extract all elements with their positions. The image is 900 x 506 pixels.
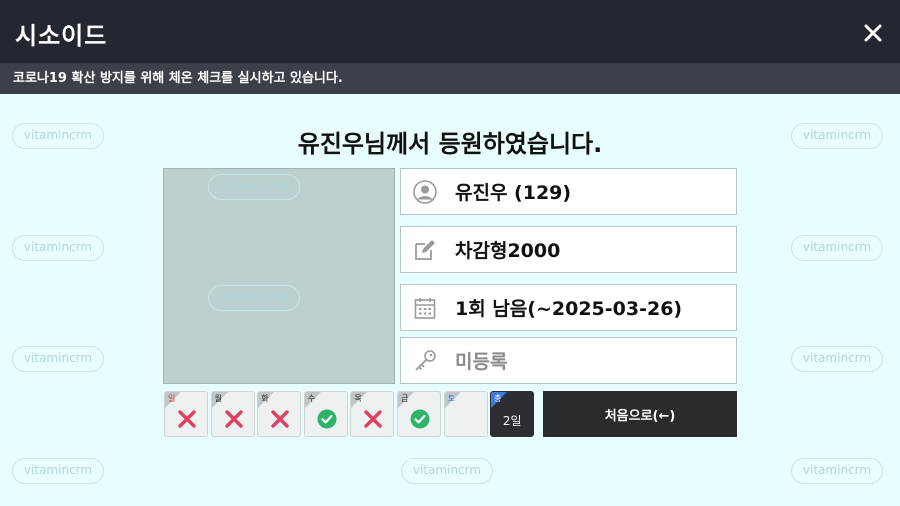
remaining-count: 1회 남음(~2025-03-26)	[455, 298, 683, 320]
key-icon	[412, 348, 438, 374]
page-title: 유진우님께서 등원하였습니다.	[297, 130, 603, 158]
user-icon	[412, 179, 438, 205]
attendance-day: 화	[257, 391, 302, 437]
watermark: vitamincrm	[12, 346, 104, 372]
absent-x-icon	[177, 409, 197, 429]
day-label: 화	[261, 394, 269, 403]
day-label: 목	[354, 394, 362, 403]
watermark: vitamincrm	[791, 235, 883, 261]
key-row: 미등록	[400, 337, 737, 384]
watermark: vitamincrm	[208, 285, 300, 311]
watermark: vitamincrm	[791, 458, 883, 484]
membership-type: 차감형2000	[455, 240, 561, 262]
absent-x-icon	[270, 409, 290, 429]
absent-x-icon	[363, 409, 383, 429]
watermark: vitamincrm	[791, 346, 883, 372]
attendance-day: 월	[210, 391, 255, 437]
day-label: 월	[214, 394, 222, 403]
member-name: 유진우 (129)	[455, 182, 572, 204]
attendance-day: 금	[396, 391, 441, 437]
watermark: vitamincrm	[208, 174, 300, 200]
watermark: vitamincrm	[12, 458, 104, 484]
absent-x-icon	[224, 409, 244, 429]
notice-bar: 코로나19 확산 방지를 위해 체온 체크를 실시하고 있습니다.	[0, 63, 900, 94]
watermark: vitamincrm	[401, 458, 493, 484]
membership-row: 차감형2000	[400, 226, 737, 273]
present-check-icon	[410, 409, 430, 429]
attendance-day: 일	[164, 391, 208, 437]
window-title: 시소이드	[15, 22, 108, 50]
day-label: 수	[307, 394, 316, 403]
key-status: 미등록	[455, 351, 508, 373]
title-bar: 시소이드	[0, 0, 900, 63]
calendar-icon	[412, 295, 438, 321]
member-photo: vitamincrm vitamincrm	[163, 168, 395, 384]
attendance-day: 수	[303, 391, 348, 437]
present-check-icon	[317, 409, 337, 429]
attendance-day: 토	[443, 391, 488, 437]
day-label: 금	[400, 394, 409, 403]
total-label: 총	[494, 394, 502, 403]
attendance-week: 일 월 화 수 목 금 토 총 2일	[164, 391, 537, 437]
day-label: 토	[447, 394, 455, 403]
edit-icon	[412, 237, 438, 263]
back-to-start-button[interactable]: 처음으로(←)	[543, 391, 737, 437]
remaining-row: 1회 남음(~2025-03-26)	[400, 284, 737, 331]
day-label: 일	[168, 394, 176, 403]
total-count: 2일	[502, 414, 522, 428]
attendance-total: 총 2일	[490, 391, 535, 437]
attendance-day: 목	[350, 391, 395, 437]
member-name-row: 유진우 (129)	[400, 168, 737, 215]
watermark: vitamincrm	[12, 235, 104, 261]
close-icon[interactable]	[864, 24, 882, 42]
